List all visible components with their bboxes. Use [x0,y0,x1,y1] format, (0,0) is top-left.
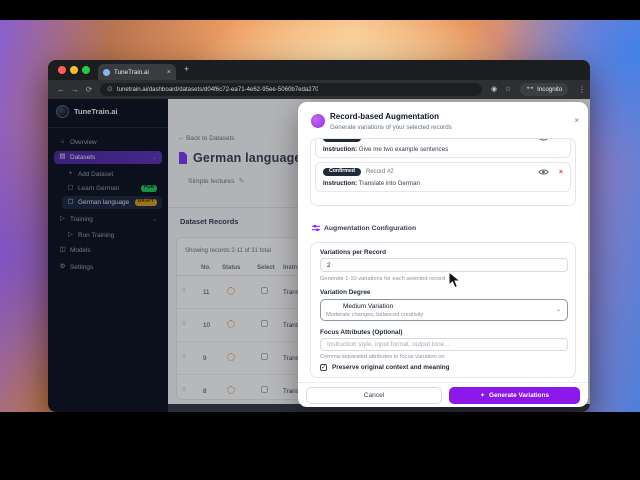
browser-tab[interactable]: TuneTrain.ai × [98,64,176,80]
variations-label: Variations per Record [320,249,386,256]
screen: TuneTrain.ai × + ← → ⟳ ⊙ tunetrain.ai/da… [0,0,640,480]
cancel-button[interactable]: Cancel [306,387,442,404]
remove-record-icon[interactable]: × [559,169,563,176]
selected-records-list[interactable]: Confirmed Record #1 × Instruction: Give … [310,138,576,206]
new-tab-button[interactable]: + [184,65,189,74]
desktop-wallpaper: TuneTrain.ai × + ← → ⟳ ⊙ tunetrain.ai/da… [0,20,640,412]
url-bar[interactable]: ⊙ tunetrain.ai/dashboard/datasets/d04f6c… [100,83,482,96]
preserve-context-row[interactable]: ✓ Preserve original context and meaning [320,364,450,371]
forward-icon[interactable]: → [68,86,82,94]
variations-input[interactable] [320,258,568,272]
record-card: Confirmed Record #1 × Instruction: Give … [315,138,571,158]
variations-help: Generate 1-10 variations for each select… [320,276,445,282]
close-icon[interactable]: × [574,117,579,125]
sliders-icon [312,224,320,232]
confirmed-badge: Confirmed [323,138,361,142]
modal-footer: Cancel ✦ Generate Variations [298,382,588,407]
back-icon[interactable]: ← [54,86,68,94]
minimize-window-button[interactable] [70,66,78,74]
browser-window: TuneTrain.ai × + ← → ⟳ ⊙ tunetrain.ai/da… [48,60,590,412]
view-record-icon[interactable] [538,168,549,176]
sparkle-icon: ✦ [480,392,485,399]
generate-variations-button[interactable]: ✦ Generate Variations [449,387,580,404]
bookmark-icon[interactable]: ☆ [505,85,511,93]
browser-tabstrip: TuneTrain.ai × + [48,60,590,80]
zoom-window-button[interactable] [82,66,90,74]
confirmed-badge: Confirmed [323,168,361,176]
augmentation-modal: Record-based Augmentation Generate varia… [298,102,588,407]
config-form: Variations per Record Generate 1-10 vari… [310,242,576,378]
incognito-badge: 👓 Incognito [520,83,568,96]
url-text: tunetrain.ai/dashboard/datasets/d04f6c72… [117,86,319,93]
focus-attributes-input[interactable] [320,338,568,351]
focus-label: Focus Attributes (Optional) [320,329,402,336]
augmentation-icon [311,114,325,128]
incognito-label: Incognito [537,86,562,93]
record-card: Confirmed Record #2 × Instruction: Trans… [315,162,571,192]
close-window-button[interactable] [58,66,66,74]
incognito-icon: 👓 [526,86,534,93]
reload-icon[interactable]: ⟳ [82,86,96,94]
menu-kebab-icon[interactable]: ⋮ [578,85,586,94]
variation-degree-select[interactable]: Medium Variation Moderate changes, balan… [320,299,568,321]
degree-label: Variation Degree [320,289,370,296]
view-record-icon[interactable] [538,138,549,142]
remove-record-icon[interactable]: × [559,138,563,142]
tab-close-icon[interactable]: × [167,69,171,76]
modal-subtitle: Generate variations of your selected rec… [330,124,452,131]
config-section-header: Augmentation Configuration [312,224,416,232]
letterbox-top [0,0,640,20]
letterbox-bottom [0,412,640,480]
page-content: TuneTrain.ai ⌂ Overview ▤ Datasets ⌄ + [48,99,590,412]
modal-title: Record-based Augmentation [330,112,439,121]
chevron-down-icon: ⌄ [556,306,561,313]
focus-help: Comma-separated attributes to focus vari… [320,354,445,360]
browser-toolbar: ← → ⟳ ⊙ tunetrain.ai/dashboard/datasets/… [48,80,590,99]
tab-favicon [103,69,110,76]
preview-extension-icon[interactable]: ◉ [491,85,497,93]
mouse-cursor [448,271,462,289]
tab-title: TuneTrain.ai [114,69,163,76]
preserve-checkbox[interactable]: ✓ [320,364,327,371]
site-info-icon[interactable]: ⊙ [107,86,113,93]
